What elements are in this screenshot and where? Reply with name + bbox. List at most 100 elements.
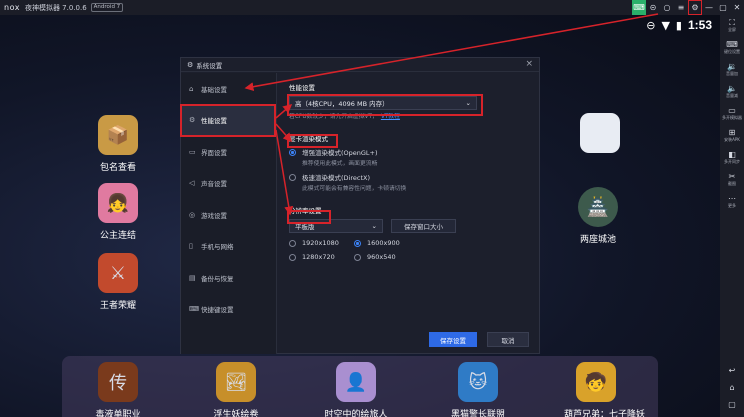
radio-dot — [354, 239, 361, 247]
system-settings-dialog: ⚙ 系统设置 × ⌂ 基础设置 ⚙ 性能设置 ▭ 界面设置 ◁ 声音设置 ◎ 游戏设置 ▯… — [180, 57, 540, 354]
home-icon: ⌂ — [729, 383, 735, 392]
vt-tutorial-link[interactable]: VT教程 — [381, 114, 400, 120]
more-icon: ⋯ — [728, 194, 736, 203]
app-princess-connect[interactable]: 👧 公主连结 — [86, 183, 150, 241]
radio-dot — [289, 239, 296, 247]
minimize-icon[interactable]: — — [702, 0, 716, 15]
sync-icon: ◧ — [728, 150, 736, 159]
resolution-mode-value: 平板版 — [295, 223, 315, 231]
radio-dot — [289, 173, 296, 181]
sidebar-install-apk[interactable]: ⊞ 安装APK — [724, 128, 740, 142]
save-window-size-button[interactable]: 保存窗口大小 — [391, 219, 456, 233]
gear-icon: ⚙ — [187, 60, 194, 69]
resolution-mode-dropdown[interactable]: 平板版 ⌄ — [289, 219, 383, 233]
legend-game-icon: 传 — [98, 362, 138, 402]
nav-performance[interactable]: ⚙ 性能设置 — [181, 104, 276, 136]
resolution-radio-1280[interactable]: 1280x720 — [289, 253, 354, 261]
scroll-game-icon: 🏞 — [216, 362, 256, 402]
nav-sound[interactable]: ◁ 声音设置 — [181, 168, 276, 200]
nav-interface[interactable]: ▭ 界面设置 — [181, 136, 276, 168]
settings-icon[interactable]: ⚙ — [688, 0, 702, 15]
nav-shortcuts[interactable]: ⌨ 快捷键设置 — [181, 294, 276, 326]
wifi-icon: ▼ — [661, 18, 670, 32]
nav-label: 游戏设置 — [201, 211, 227, 220]
monitor-icon: ▭ — [189, 147, 196, 156]
radio-dot — [354, 253, 361, 261]
package-icon: 📦 — [98, 115, 138, 155]
princess-connect-icon: 👧 — [98, 183, 138, 223]
render-directx-radio[interactable]: 极速渲染模式(DirectX) — [289, 172, 537, 182]
app-folder[interactable] — [568, 113, 632, 153]
nav-backup[interactable]: ▤ 备份与恢复 — [181, 262, 276, 294]
sidebar-sync[interactable]: ◧ 多开同步 — [724, 150, 740, 164]
resolution-radio-1920[interactable]: 1920x1080 — [289, 239, 354, 247]
chevron-down-icon: ⌄ — [465, 99, 471, 107]
cancel-button[interactable]: 取消 — [487, 332, 529, 347]
user-icon[interactable]: ○ — [660, 0, 674, 15]
sidebar-fullscreen[interactable]: ⛶ 全屏 — [728, 18, 736, 32]
sidebar-label: 音量加 — [726, 71, 738, 76]
sidebar-label: 音量减 — [726, 93, 738, 98]
nox-logo: nox — [4, 3, 20, 12]
speaker-icon: ◁ — [189, 179, 195, 188]
close-icon[interactable]: × — [525, 59, 533, 69]
sidebar-label: 全屏 — [728, 27, 736, 32]
sidebar-label: 多开模拟器 — [722, 115, 742, 120]
record-icon[interactable]: ⊝ — [646, 0, 660, 15]
scissors-icon: ✂ — [728, 172, 736, 181]
radio-label: 1600x900 — [367, 239, 400, 247]
nav-label: 手机与网络 — [201, 243, 234, 252]
nav-basic[interactable]: ⌂ 基础设置 — [181, 73, 276, 105]
dock-app-1[interactable]: 传 毒液单职业 — [86, 362, 150, 417]
dock-app-3[interactable]: 👤 时空中的绘旅人 — [324, 362, 388, 417]
render-opengl-radio[interactable]: 增强渲染模式(OpenGL+) — [289, 147, 537, 157]
sidebar-home[interactable]: ⌂ — [729, 383, 734, 392]
sidebar-recents[interactable]: ▢ — [728, 400, 736, 409]
performance-hint-text: 若CPU数较少，请先开启虚拟VT， — [289, 114, 378, 120]
sidebar-more[interactable]: ⋯ 更多 — [728, 194, 736, 208]
apk-icon: ⊞ — [728, 128, 736, 137]
painter-game-icon: 👤 — [336, 362, 376, 402]
dock-app-2[interactable]: 🏞 浮生妖绘卷 — [204, 362, 268, 417]
app-label: 葫芦兄弟：七子降妖 — [564, 410, 646, 417]
menu-icon[interactable]: ≡ — [674, 0, 688, 15]
dock-app-4[interactable]: 🐱 黑猫警长联盟 — [446, 362, 510, 417]
sidebar-back[interactable]: ↩ — [729, 366, 736, 375]
sidebar-multi-instance[interactable]: ▭ 多开模拟器 — [722, 106, 742, 120]
titlebar-controls: ⌨ ⊝ ○ ≡ ⚙ — ▢ ✕ — [632, 0, 744, 15]
app-label: 两座城池 — [579, 235, 616, 245]
sidebar-screenshot[interactable]: ✂ 截图 — [728, 172, 736, 186]
sidebar-keymap[interactable]: ⌨ 键位设置 — [724, 40, 740, 54]
nav-phone-network[interactable]: ▯ 手机与网络 — [181, 231, 276, 263]
sidebar-label: 截图 — [728, 181, 736, 186]
fullscreen-icon: ⛶ — [729, 18, 735, 27]
sidebar-label: 安装APK — [724, 137, 740, 142]
keyboard-icon[interactable]: ⌨ — [632, 0, 646, 15]
save-settings-button[interactable]: 保存设置 — [429, 332, 477, 347]
performance-dropdown[interactable]: 高（4核CPU，4096 MB 内存） ⌄ — [289, 96, 477, 110]
two-cities-icon: 🏯 — [578, 187, 618, 227]
resolution-radio-960[interactable]: 960x540 — [354, 253, 424, 261]
resolution-radio-1600[interactable]: 1600x900 — [354, 239, 424, 247]
window-title: 夜神模拟器 7.0.0.6 — [24, 3, 87, 12]
dock-app-5[interactable]: 🧒 葫芦兄弟：七子降妖 — [564, 362, 646, 417]
radio-label: 1280x720 — [302, 253, 335, 261]
chevron-down-icon: ⌄ — [371, 222, 377, 230]
app-package-viewer[interactable]: 📦 包名查看 — [86, 115, 150, 173]
render-section-title: 显卡渲染模式 — [289, 135, 328, 143]
radio-dot — [289, 253, 296, 261]
nav-label: 性能设置 — [201, 117, 227, 126]
radio-label: 1920x1080 — [302, 239, 339, 247]
sidebar-volume-down[interactable]: 🔈 音量减 — [726, 84, 738, 98]
honor-of-kings-icon: ⚔ — [98, 253, 138, 293]
close-icon[interactable]: ✕ — [730, 0, 744, 15]
app-two-cities[interactable]: 🏯 两座城池 — [566, 187, 630, 245]
app-honor-of-kings[interactable]: ⚔ 王者荣耀 — [86, 253, 150, 311]
app-label: 包名查看 — [99, 163, 136, 173]
home-icon: ⌂ — [189, 84, 194, 93]
settings-content: 性能设置 高（4核CPU，4096 MB 内存） ⌄ 若CPU数较少，请先开启虚… — [289, 82, 537, 261]
nav-game[interactable]: ◎ 游戏设置 — [181, 199, 276, 231]
nav-label: 界面设置 — [201, 148, 227, 157]
maximize-icon[interactable]: ▢ — [716, 0, 730, 15]
sidebar-volume-up[interactable]: 🔉 音量加 — [726, 62, 738, 76]
